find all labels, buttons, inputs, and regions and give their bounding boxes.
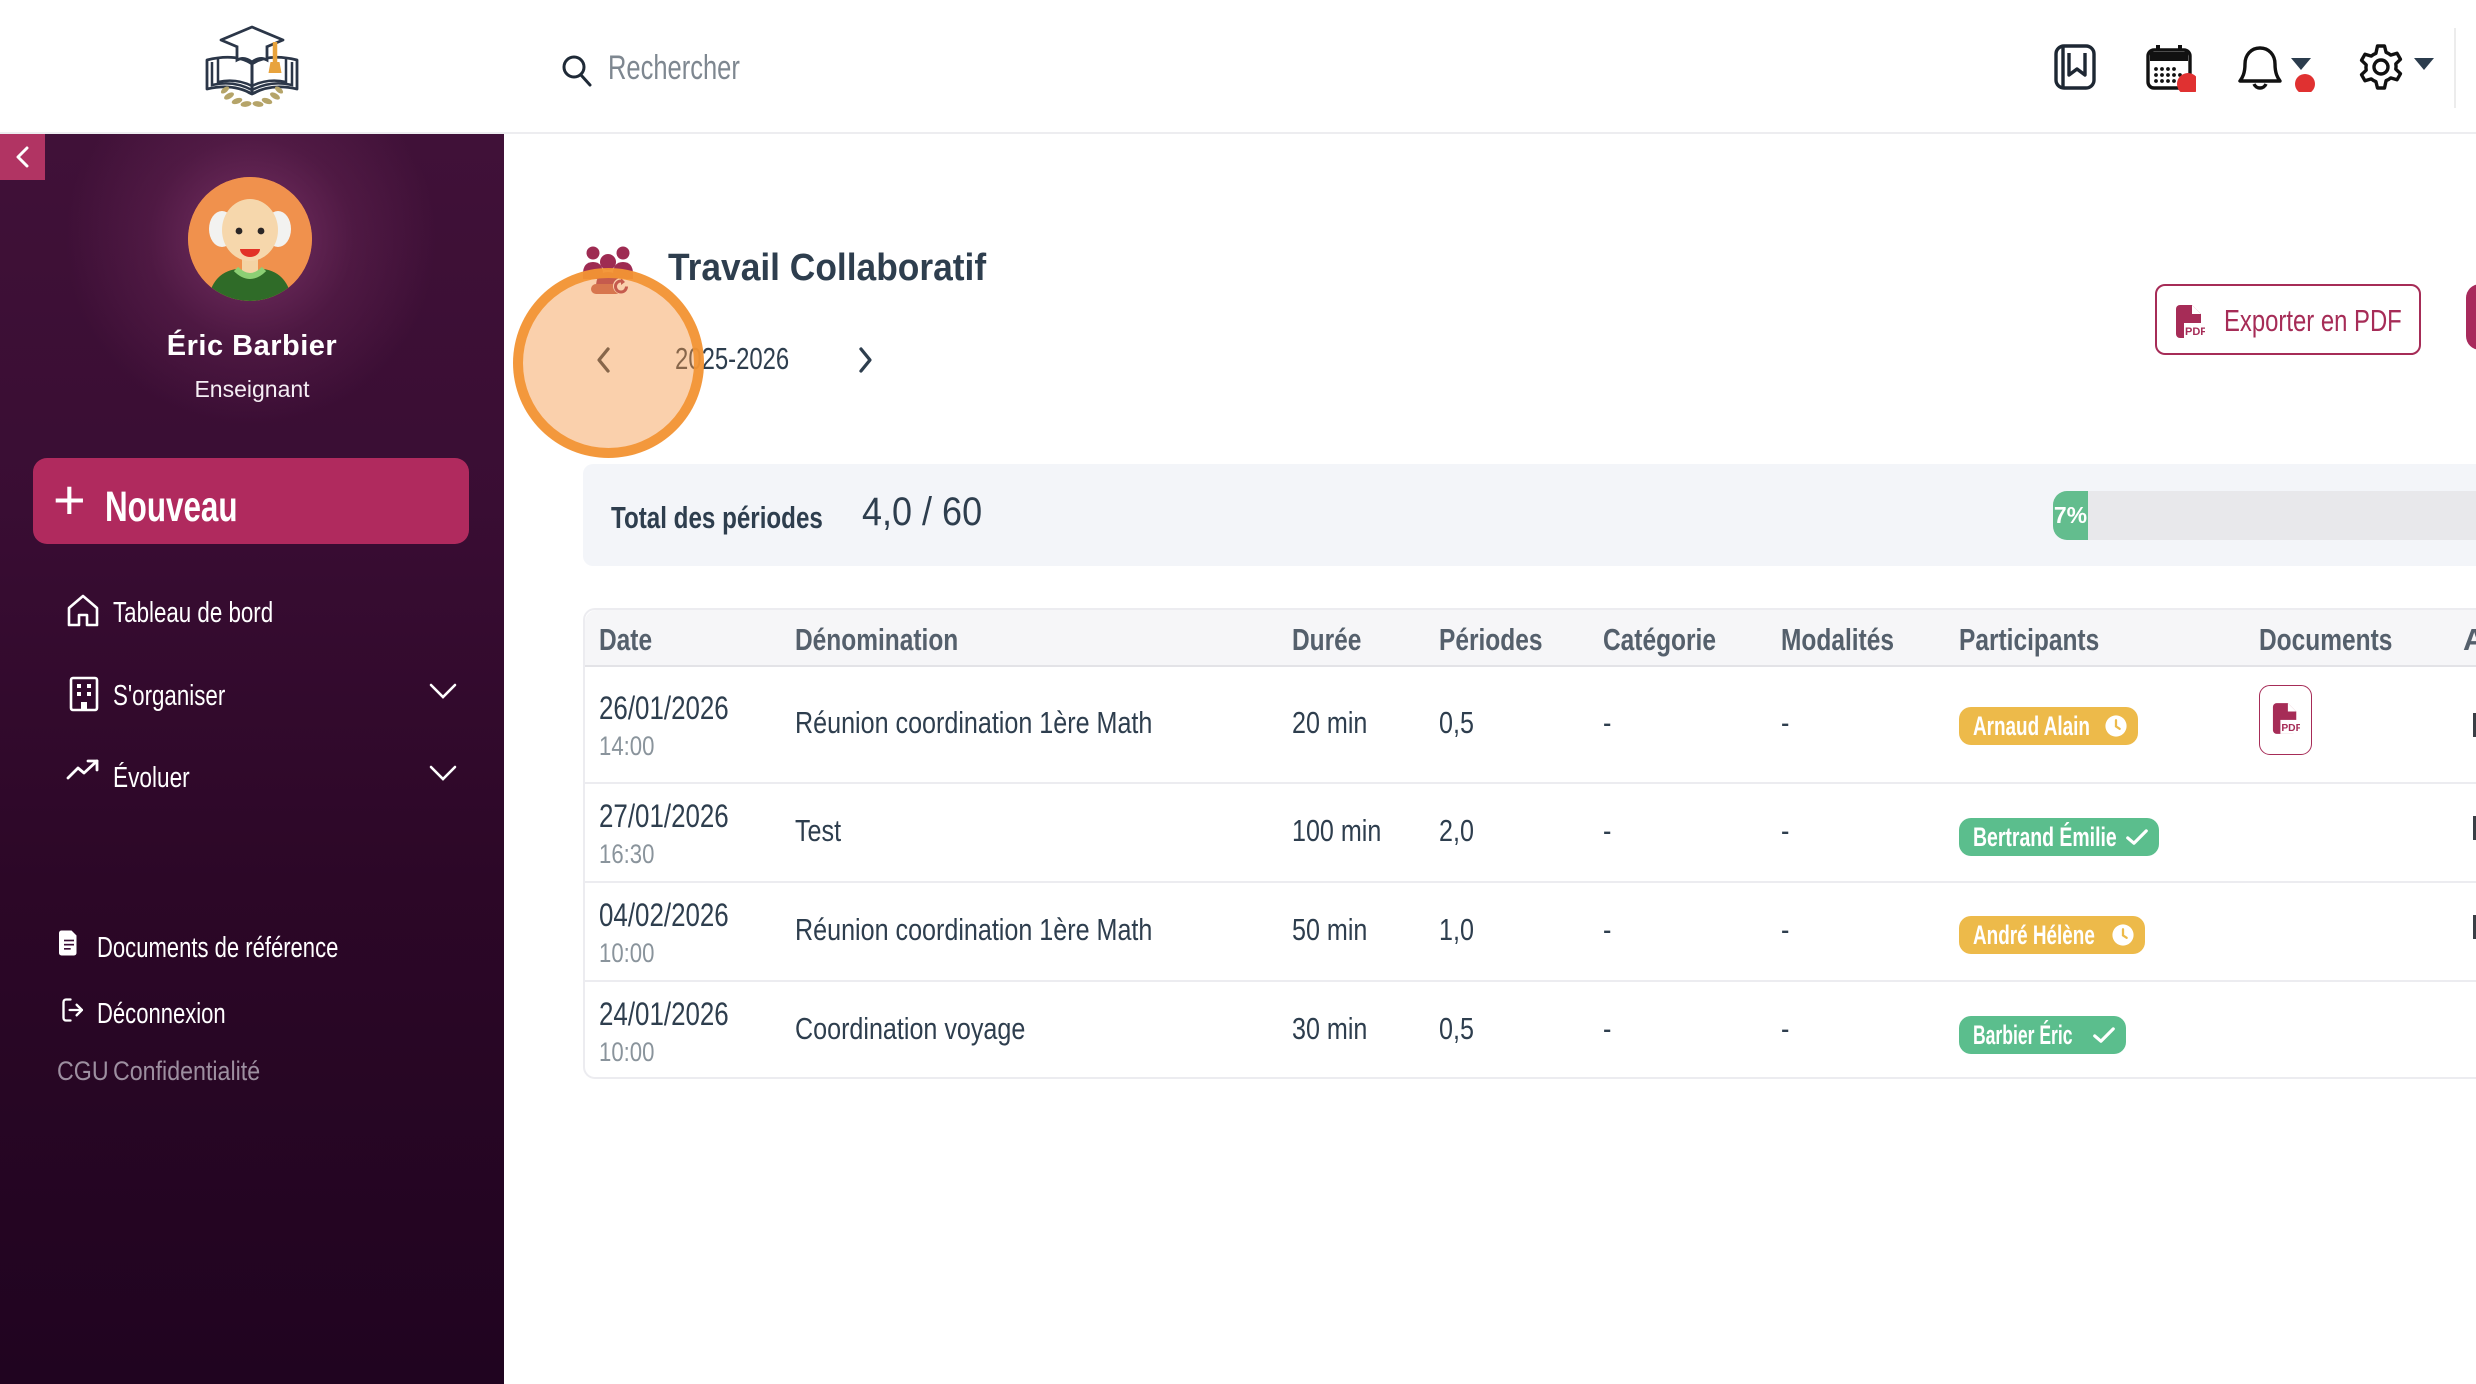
svg-text:PDF: PDF bbox=[2185, 326, 2205, 338]
svg-text:PDF: PDF bbox=[2281, 723, 2300, 734]
